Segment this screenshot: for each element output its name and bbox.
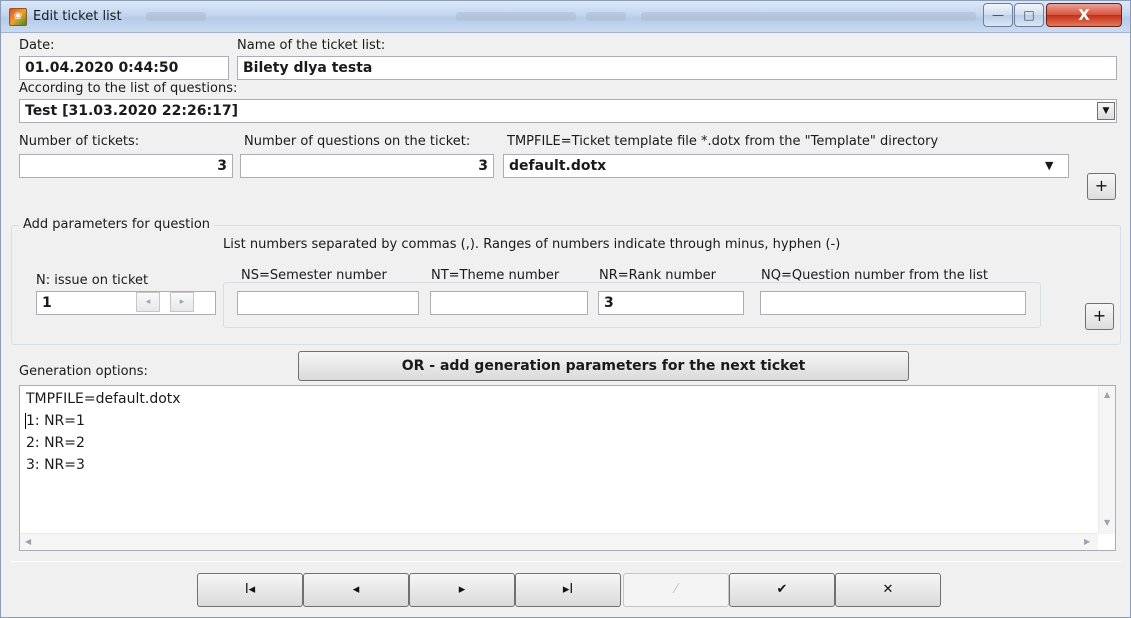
date-label: Date: <box>19 38 55 53</box>
close-button[interactable]: X <box>1046 3 1122 27</box>
app-icon: ❀ <box>9 8 27 26</box>
spin-left-button[interactable]: ◂ <box>136 292 160 312</box>
add-next-ticket-parameters-button[interactable]: OR - add generation parameters for the n… <box>298 351 909 381</box>
memo-line: 1: NR=1 <box>26 413 85 429</box>
tickets-count-field[interactable]: 3 <box>19 154 233 178</box>
semester-number-field[interactable] <box>237 291 419 315</box>
template-label: TMPFILE=Ticket template file *.dotx from… <box>507 134 939 149</box>
minimize-button[interactable]: — <box>983 3 1013 27</box>
edit-ticket-list-window: ❀ Edit ticket list — □ X Date: Name of t… <box>0 0 1131 618</box>
scroll-down-icon[interactable]: ▼ <box>1104 518 1110 527</box>
scroll-left-icon[interactable]: ◀ <box>25 537 31 546</box>
cancel-record-button[interactable]: ✕ <box>835 573 941 607</box>
memo-line: TMPFILE=default.dotx <box>26 391 181 407</box>
chevron-down-icon[interactable]: ▼ <box>1045 159 1053 172</box>
semester-number-label: NS=Semester number <box>241 268 387 283</box>
blurred-title-text <box>586 12 626 21</box>
last-record-button[interactable]: ▸I <box>515 573 621 607</box>
add-question-parameter-button[interactable]: + <box>1085 303 1114 330</box>
spin-right-button[interactable]: ▸ <box>170 292 194 312</box>
blurred-title-text <box>146 12 206 21</box>
scroll-up-icon[interactable]: ▲ <box>1104 390 1110 399</box>
blurred-title-text <box>456 12 576 21</box>
questions-dropdown-button[interactable]: ▼ <box>1097 102 1115 120</box>
template-select[interactable]: default.dotx <box>503 154 1069 178</box>
scroll-right-icon[interactable]: ▶ <box>1084 537 1090 546</box>
separator <box>11 561 1121 562</box>
post-record-button[interactable]: ✔ <box>729 573 835 607</box>
title-bar[interactable]: ❀ Edit ticket list — □ X <box>1 1 1130 33</box>
rank-number-field[interactable]: 3 <box>598 291 744 315</box>
date-field[interactable]: 01.04.2020 0:44:50 <box>19 56 229 80</box>
edit-record-button[interactable]: ⁄ <box>623 573 729 607</box>
window-title: Edit ticket list <box>33 9 122 24</box>
first-record-button[interactable]: I◂ <box>197 573 303 607</box>
generation-options-label: Generation options: <box>19 364 148 379</box>
generation-options-memo[interactable]: TMPFILE=default.dotx 1: NR=1 2: NR=2 3: … <box>19 385 1116 551</box>
question-number-field[interactable] <box>760 291 1026 315</box>
questions-count-field[interactable]: 3 <box>240 154 494 178</box>
next-record-button[interactable]: ▸ <box>409 573 515 607</box>
maximize-button[interactable]: □ <box>1014 3 1044 27</box>
theme-number-field[interactable] <box>430 291 588 315</box>
add-template-button[interactable]: + <box>1087 173 1116 200</box>
question-parameters-title: Add parameters for question <box>19 217 215 232</box>
rank-number-label: NR=Rank number <box>599 268 716 283</box>
horizontal-scrollbar[interactable]: ◀ ▶ <box>20 533 1098 550</box>
blurred-title-text <box>641 12 976 21</box>
memo-line: 2: NR=2 <box>26 435 85 451</box>
ticket-list-name-field[interactable]: Bilety dlya testa <box>237 56 1117 80</box>
questions-list-select[interactable]: Test [31.03.2020 22:26:17] <box>19 99 1117 123</box>
text-caret <box>25 413 26 429</box>
tickets-count-label: Number of tickets: <box>19 134 140 149</box>
memo-line: 3: NR=3 <box>26 457 85 473</box>
name-label: Name of the ticket list: <box>237 38 386 53</box>
questions-list-label: According to the list of questions: <box>19 81 238 96</box>
question-number-label: NQ=Question number from the list <box>761 268 988 283</box>
questions-count-label: Number of questions on the ticket: <box>244 134 471 149</box>
vertical-scrollbar[interactable]: ▲ ▼ <box>1098 386 1115 534</box>
theme-number-label: NT=Theme number <box>431 268 560 283</box>
parameters-hint: List numbers separated by commas (,). Ra… <box>223 237 841 252</box>
prior-record-button[interactable]: ◂ <box>303 573 409 607</box>
issue-on-ticket-label: N: issue on ticket <box>36 273 149 288</box>
